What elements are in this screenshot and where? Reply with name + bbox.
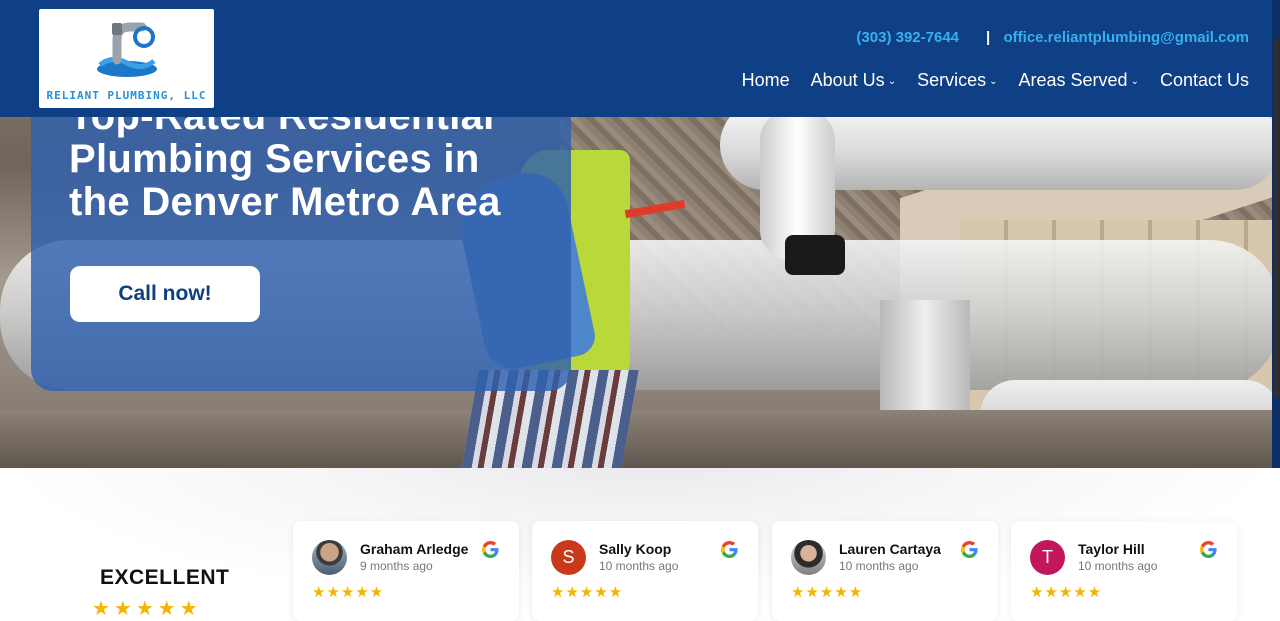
review-card[interactable]: S Sally Koop 10 months ago ★★★★★ [532,521,758,621]
review-stars: ★★★★★ [791,584,864,601]
nav-contact-us-label: Contact Us [1159,70,1249,90]
avatar [791,540,826,575]
review-stars: ★★★★★ [551,584,624,601]
hero-floor [0,410,1280,468]
nav-home-label: Home [741,70,790,90]
nav-services[interactable]: Services ⌄ [917,70,997,91]
main-nav: Home About Us ⌄ Services ⌄ Areas Served ⌄ C… [742,70,1249,91]
reviewer-name: Lauren Cartaya [839,541,941,557]
chevron-down-icon: ⌄ [887,76,897,87]
reviews-summary-label: EXCELLENT [100,566,230,589]
avatar: S [551,540,586,575]
scrollbar-thumb[interactable] [1273,38,1279,398]
review-stars: ★★★★★ [1030,584,1103,601]
nav-areas-served-label: Areas Served [1018,70,1128,90]
reviewer-name: Sally Koop [599,541,672,557]
chevron-down-icon: ⌄ [989,76,998,87]
nav-home[interactable]: Home [742,70,790,91]
review-card[interactable]: Lauren Cartaya 10 months ago ★★★★★ [772,521,998,621]
nav-about-us[interactable]: About Us ⌄ [811,70,896,91]
reviewer-name: Graham Arledge [360,541,469,557]
email-link[interactable]: office.reliantplumbing@gmail.com [1004,29,1250,46]
review-stars: ★★★★★ [312,584,385,601]
reviewer-name: Taylor Hill [1078,541,1145,557]
chevron-down-icon: ⌄ [1130,76,1139,87]
call-now-button[interactable]: Call now! [70,266,260,322]
review-card[interactable]: T Taylor Hill 10 months ago ★★★★★ [1011,521,1237,621]
site-header: RELIANT PLUMBING, LLC (303) 392-7644 | o… [0,0,1280,117]
hero-valve [785,235,845,275]
google-icon [1200,541,1217,558]
review-time: 10 months ago [839,559,919,573]
site-logo[interactable]: RELIANT PLUMBING, LLC [39,9,214,108]
phone-link[interactable]: (303) 392-7644 [856,29,959,46]
reviews-section: EXCELLENT ★★★★★ Graham Arledge 9 months … [0,468,1280,621]
contact-divider: | [986,29,991,46]
nav-contact-us[interactable]: Contact Us [1160,70,1249,91]
nav-services-label: Services [917,70,987,90]
nav-areas-served[interactable]: Areas Served ⌄ [1019,70,1139,91]
review-time: 9 months ago [360,559,433,573]
review-time: 10 months ago [599,559,679,573]
review-time: 10 months ago [1078,559,1158,573]
nav-about-us-label: About Us [810,70,885,90]
avatar: T [1030,540,1065,575]
google-icon [482,541,499,558]
google-icon [961,541,978,558]
logo-text: RELIANT PLUMBING, LLC [46,89,207,102]
plumbing-logo-icon [97,22,157,77]
google-icon [721,541,738,558]
avatar [312,540,347,575]
review-card[interactable]: Graham Arledge 9 months ago ★★★★★ [293,521,519,621]
